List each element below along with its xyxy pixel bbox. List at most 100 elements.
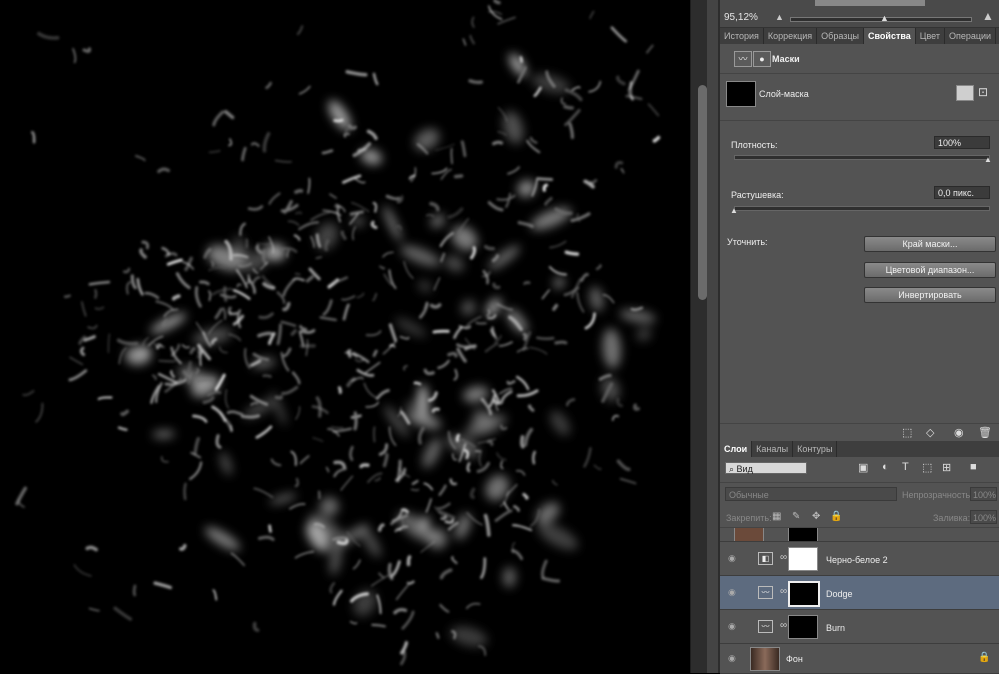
mask-stroke: [556, 342, 566, 343]
lock-transparency-icon[interactable]: ▦: [772, 511, 781, 522]
tab-layers[interactable]: Слои: [720, 441, 752, 457]
density-slider[interactable]: [734, 155, 990, 160]
feather-slider[interactable]: [734, 206, 990, 211]
shape-filter-icon[interactable]: ⬚: [922, 461, 932, 474]
load-selection-icon[interactable]: ⬚: [902, 426, 912, 439]
scrollbar-track[interactable]: [707, 0, 718, 673]
mask-stroke: [537, 338, 553, 339]
link-icon[interactable]: ∞: [780, 620, 787, 631]
feather-field[interactable]: 0,0 пикс.: [934, 186, 990, 199]
lock-brush-icon[interactable]: ✎: [792, 511, 800, 522]
tab-swatches[interactable]: Образцы: [817, 28, 864, 44]
mask-blob: [451, 511, 474, 542]
tab-channels[interactable]: Каналы: [752, 441, 793, 457]
mask-edge-button[interactable]: Край маски...: [864, 236, 996, 252]
mask-stroke: [36, 404, 42, 422]
link-icon[interactable]: ∞: [780, 552, 787, 563]
mask-stroke: [359, 149, 365, 151]
feather-slider-knob[interactable]: ▲: [730, 206, 738, 215]
eye-icon[interactable]: ◉: [728, 587, 736, 598]
navigator-thumbnail[interactable]: [815, 0, 925, 6]
vector-mask-icon[interactable]: ⊡: [978, 85, 988, 99]
properties-title: Маски: [772, 54, 800, 64]
curves-adjustment-icon[interactable]: 〰: [734, 51, 752, 67]
mask-stroke: [621, 479, 636, 484]
mask-stroke: [391, 562, 399, 577]
zoom-value[interactable]: 95,12%: [724, 12, 758, 23]
apply-mask-icon[interactable]: ◇: [926, 426, 934, 439]
mask-stroke: [242, 416, 258, 417]
eye-icon[interactable]: ◉: [728, 621, 736, 632]
mask-stroke: [260, 537, 274, 539]
mask-stroke: [572, 214, 589, 221]
mask-stroke: [470, 36, 474, 44]
tab-paths[interactable]: Контуры: [793, 441, 837, 457]
zoom-slider-knob[interactable]: ▲: [880, 13, 889, 23]
tab-history[interactable]: История: [720, 28, 764, 44]
mask-stroke: [519, 223, 532, 227]
tab-adjustments[interactable]: Коррекция: [764, 28, 817, 44]
mask-icon[interactable]: ●: [753, 51, 771, 67]
density-field[interactable]: 100%: [934, 136, 990, 149]
tab-properties[interactable]: Свойства: [864, 28, 916, 44]
link-icon[interactable]: ∞: [780, 586, 787, 597]
mask-stroke: [291, 452, 296, 465]
type-filter-icon[interactable]: T: [902, 461, 909, 473]
mask-stroke: [234, 290, 249, 298]
zoom-out-icon[interactable]: ▲: [775, 12, 784, 22]
mask-stroke: [290, 504, 305, 509]
eye-icon[interactable]: ◉: [728, 653, 736, 664]
filter-toggle[interactable]: ■: [970, 461, 977, 473]
mask-stroke: [374, 351, 376, 356]
mask-stroke: [361, 465, 368, 467]
layer-row-partial[interactable]: [720, 528, 999, 542]
color-range-button[interactable]: Цветовой диапазон...: [864, 262, 996, 278]
pixel-mask-button[interactable]: [956, 85, 974, 101]
mask-stroke: [326, 241, 328, 250]
blend-mode-select[interactable]: Обычные: [725, 487, 897, 501]
image-filter-icon[interactable]: ▣: [858, 461, 868, 474]
mask-stroke: [380, 525, 383, 530]
mask-stroke: [451, 480, 456, 484]
canvas-vertical-scrollbar[interactable]: [690, 0, 721, 673]
document-canvas[interactable]: [0, 0, 690, 673]
layer-row-dodge[interactable]: ◉ 〰 ∞ Dodge: [720, 576, 999, 610]
tab-color[interactable]: Цвет: [916, 28, 945, 44]
scrollbar-thumb[interactable]: [698, 85, 707, 300]
tab-actions[interactable]: Операции: [945, 28, 996, 44]
mask-stroke: [565, 288, 578, 295]
mask-stroke: [390, 325, 395, 340]
layer-row-bw[interactable]: ◉ ◧ ∞ Черно-белое 2: [720, 542, 999, 576]
mask-stroke: [517, 471, 525, 475]
density-slider-knob[interactable]: ▲: [984, 155, 992, 164]
layer-row-background[interactable]: ◉ Фон 🔒: [720, 644, 999, 674]
mask-stroke: [296, 212, 301, 213]
layer-filter-select[interactable]: ⌕ Вид: [725, 462, 807, 474]
opacity-field[interactable]: 100%: [970, 487, 997, 501]
mask-stroke: [489, 12, 502, 15]
eye-icon[interactable]: ◉: [728, 553, 736, 564]
layer-mask-thumbnail: [788, 528, 818, 542]
mask-blob: [202, 523, 243, 554]
mask-stroke: [249, 207, 262, 210]
trash-icon[interactable]: 🗑: [978, 426, 992, 439]
mask-stroke: [369, 131, 377, 138]
lock-move-icon[interactable]: ✥: [812, 511, 820, 522]
mask-stroke: [195, 439, 198, 454]
mask-stroke: [257, 246, 261, 253]
mask-blob: [352, 216, 365, 226]
mask-stroke: [521, 58, 522, 62]
eye-icon[interactable]: ◉: [954, 426, 964, 439]
invert-button[interactable]: Инвертировать: [864, 287, 996, 303]
fill-field[interactable]: 100%: [970, 510, 997, 524]
adjustment-filter-icon[interactable]: ◐: [882, 461, 889, 473]
smart-object-filter-icon[interactable]: ⊞: [942, 461, 951, 474]
layer-row-burn[interactable]: ◉ 〰 ∞ Burn: [720, 610, 999, 644]
curves-adjustment-icon: 〰: [758, 620, 773, 633]
mask-stroke: [533, 452, 534, 463]
mask-stroke: [185, 484, 186, 499]
lock-all-icon[interactable]: 🔒: [830, 511, 842, 522]
mask-stroke: [572, 87, 580, 90]
mask-stroke: [65, 296, 70, 297]
zoom-in-icon[interactable]: ▲: [982, 9, 994, 23]
